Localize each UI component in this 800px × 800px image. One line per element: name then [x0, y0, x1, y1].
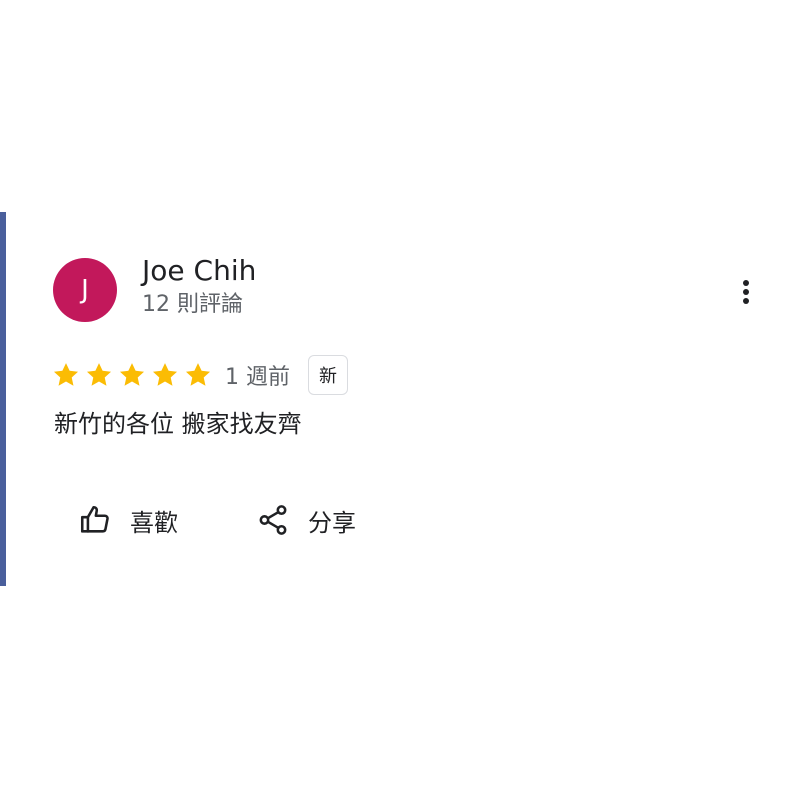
- more-options-button[interactable]: [728, 274, 764, 310]
- star-icon: [53, 363, 79, 386]
- thumb-up-icon: [78, 503, 112, 537]
- avatar[interactable]: J: [53, 258, 117, 322]
- more-vert-icon: [743, 280, 749, 304]
- share-button[interactable]: 分享: [256, 498, 356, 542]
- star-icon: [152, 363, 178, 386]
- like-label: 喜歡: [130, 508, 178, 537]
- review-count: 12 則評論: [142, 292, 243, 317]
- star-icon: [185, 363, 211, 386]
- rating-row: 1 週前 新: [52, 353, 348, 397]
- share-icon: [256, 503, 290, 537]
- avatar-letter: J: [81, 275, 89, 305]
- star-icon: [119, 363, 145, 386]
- share-label: 分享: [308, 508, 356, 537]
- new-badge: 新: [308, 355, 348, 395]
- review-card: J Joe Chih 12 則評論 1 週前 新 新竹的各位 搬家找友齊 喜歡: [6, 212, 800, 586]
- star-icon: [86, 363, 112, 386]
- review-text: 新竹的各位 搬家找友齊: [54, 410, 302, 438]
- reviewer-name[interactable]: Joe Chih: [142, 253, 256, 289]
- star-rating: [52, 361, 217, 389]
- like-button[interactable]: 喜歡: [78, 498, 178, 542]
- review-time: 1 週前: [225, 365, 290, 390]
